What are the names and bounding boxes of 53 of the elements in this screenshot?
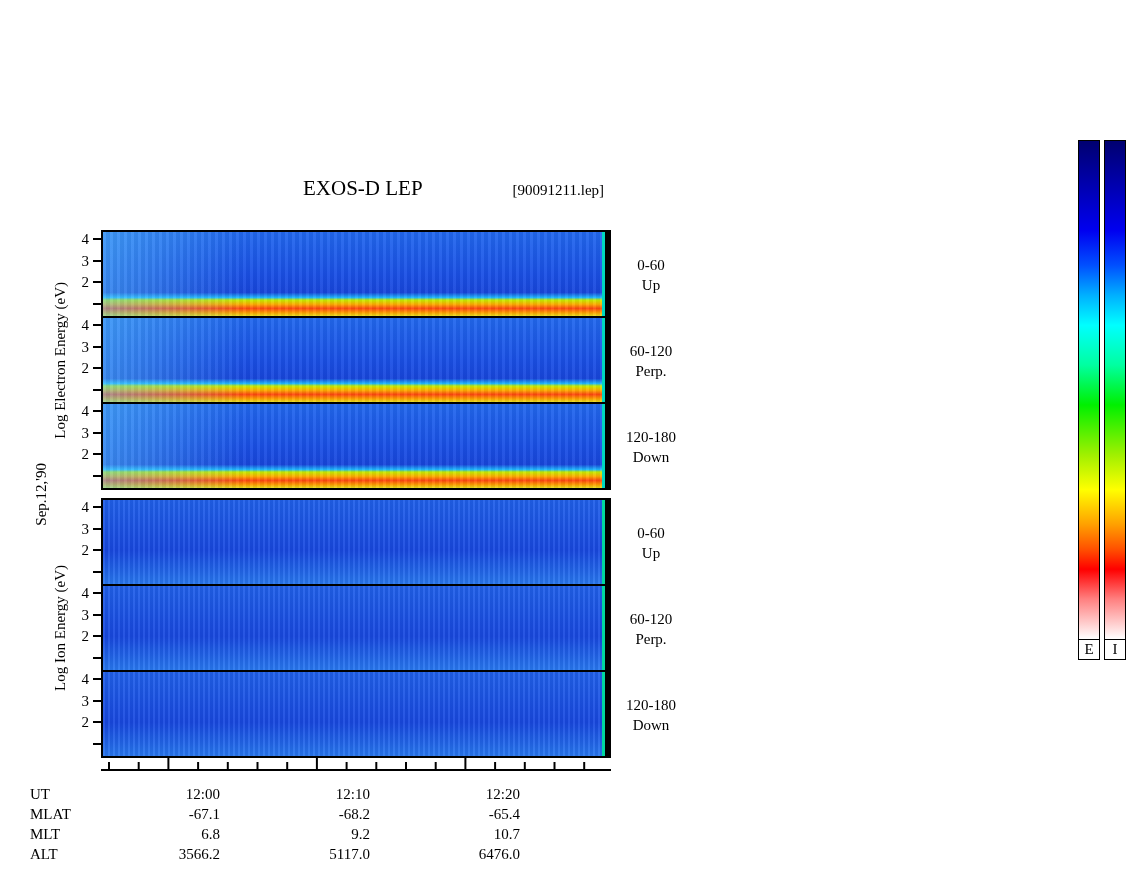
table-value: 12:00 xyxy=(185,785,220,804)
tick-label: 4 xyxy=(81,586,89,600)
row-label: ALT xyxy=(30,845,59,864)
direction-label: Perp. xyxy=(635,362,667,381)
table-value: 10.7 xyxy=(493,825,520,844)
direction-label: Up xyxy=(641,276,661,295)
tick-label: 3 xyxy=(81,339,89,354)
table-value: 9.2 xyxy=(351,825,370,844)
table-value: -67.1 xyxy=(188,805,220,824)
axis-label: Log Electron Energy (eV) xyxy=(51,281,69,439)
direction-label: Up xyxy=(641,544,661,563)
table-value: 6.8 xyxy=(201,825,220,844)
pitch-angle-range: 0-60 xyxy=(637,256,665,275)
tick-label: 4 xyxy=(81,318,89,332)
tick-label: 4 xyxy=(81,404,89,418)
axis-label: Log Ion Energy (eV) xyxy=(51,565,69,691)
tick-label: 3 xyxy=(81,253,89,268)
row-label: UT xyxy=(30,785,51,804)
tick-label: 2 xyxy=(81,447,89,461)
pitch-angle-range: 0-60 xyxy=(637,524,665,543)
tick-label: 2 xyxy=(81,629,89,643)
file-name: [90091211.lep] xyxy=(512,182,605,199)
row-label: MLT xyxy=(30,825,62,844)
pitch-angle-range: 60-120 xyxy=(629,342,673,361)
table-value: 12:20 xyxy=(485,785,520,804)
color-scale-label: I xyxy=(1104,640,1126,660)
table-value: 3566.2 xyxy=(178,845,220,864)
tick-label: 4 xyxy=(81,500,89,514)
tick-label: 3 xyxy=(81,521,89,536)
table-value: 6476.0 xyxy=(478,845,520,864)
tick-label: 4 xyxy=(81,672,89,686)
tick-label: 2 xyxy=(81,715,89,729)
direction-label: Perp. xyxy=(635,630,667,649)
tick-label: 2 xyxy=(81,361,89,375)
tick-label: 3 xyxy=(81,607,89,622)
pitch-angle-range: 120-180 xyxy=(626,696,676,715)
tick-label: 2 xyxy=(81,275,89,289)
color-scale-label: E xyxy=(1078,640,1100,660)
table-value: -68.2 xyxy=(338,805,370,824)
table-value: -65.4 xyxy=(488,805,520,824)
tick-label: 3 xyxy=(81,425,89,440)
pitch-angle-range: 120-180 xyxy=(626,428,676,447)
direction-label: Down xyxy=(632,448,670,467)
table-value: 12:10 xyxy=(335,785,370,804)
direction-label: Down xyxy=(632,716,670,735)
tick-label: 4 xyxy=(81,232,89,246)
date-label: Sep.12,'90 xyxy=(33,462,50,526)
table-value: 5117.0 xyxy=(329,845,370,864)
row-label: MLAT xyxy=(30,805,72,824)
pitch-angle-range: 60-120 xyxy=(629,610,673,629)
plot-title: EXOS-D LEP xyxy=(303,176,423,201)
tick-label: 2 xyxy=(81,543,89,557)
tick-label: 3 xyxy=(81,693,89,708)
